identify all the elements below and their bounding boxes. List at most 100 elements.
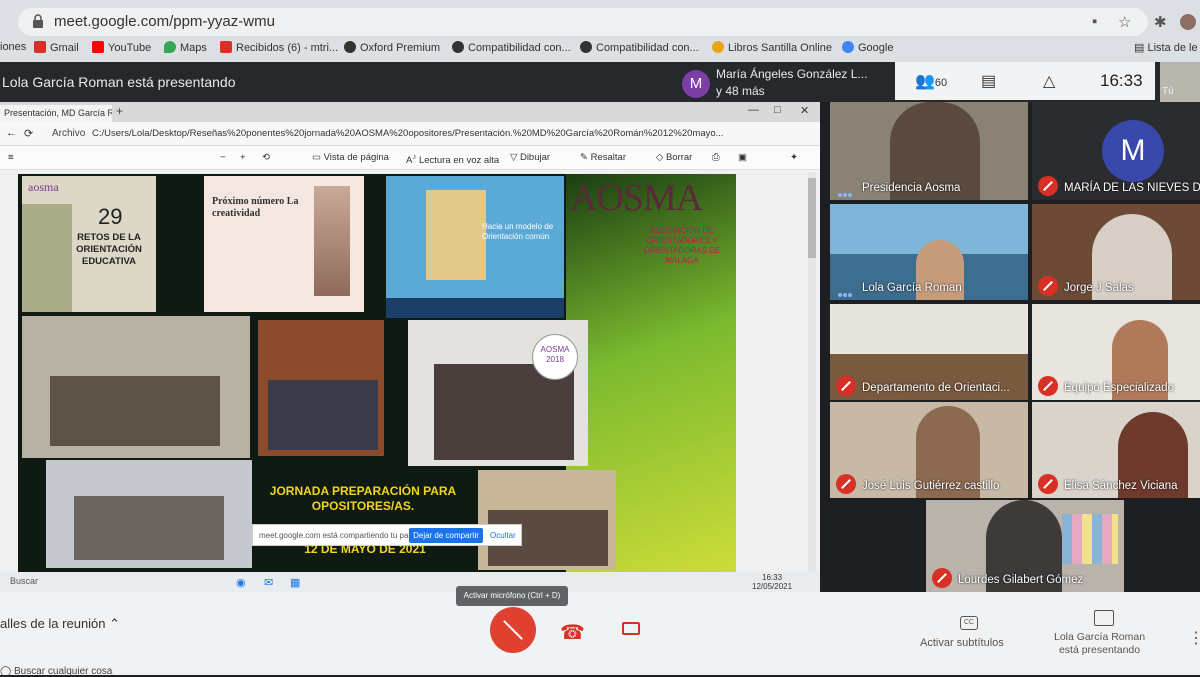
participant-avatar: M bbox=[1102, 120, 1164, 182]
present-screen-icon[interactable] bbox=[1094, 610, 1114, 626]
group-photo-1 bbox=[22, 316, 250, 458]
participant-tile[interactable]: M MARÍA DE LAS NIEVES D bbox=[1032, 102, 1200, 200]
self-label: Tú bbox=[1162, 86, 1174, 97]
lock-icon bbox=[33, 14, 43, 28]
participant-name: Lola García Roman bbox=[862, 282, 962, 294]
bookmark-gmail[interactable]: Gmail bbox=[34, 41, 79, 54]
gmail-icon bbox=[34, 41, 46, 53]
windows-search-label: Buscar cualquier cosa bbox=[13, 666, 113, 677]
address-row: meet.google.com/ppm-yyaz-wmu ▪ ☆ ✱ bbox=[0, 8, 1200, 38]
pdf-toolbar: ≡ − + ⟲ ▭ Vista de página A♪ Lectura en … bbox=[0, 146, 820, 170]
chat-icon[interactable]: ▤ bbox=[981, 71, 996, 91]
star-icon[interactable]: ☆ bbox=[1118, 13, 1131, 31]
participant-tile[interactable]: Presidencia Aosma bbox=[830, 102, 1028, 200]
hide-banner-link[interactable]: Ocultar bbox=[490, 531, 516, 540]
participant-name: Lourdes Gilabert Gómez bbox=[958, 574, 1084, 586]
people-count: 60 bbox=[934, 77, 948, 89]
page-view-label: Vista de página bbox=[323, 152, 389, 163]
refresh-icon: ⟳ bbox=[24, 128, 34, 140]
participant-tile[interactable]: Elisa Sánchez Viciana bbox=[1032, 402, 1200, 498]
erase-button: ◇ Borrar bbox=[656, 152, 693, 163]
address-bar[interactable]: meet.google.com/ppm-yyaz-wmu bbox=[18, 8, 1148, 36]
photo-people bbox=[50, 376, 220, 446]
extensions-icon[interactable]: ✱ bbox=[1154, 13, 1167, 31]
brand-title: AOSMA bbox=[570, 177, 703, 219]
photo-badge: AOSMA 2018 bbox=[532, 334, 578, 380]
bookmark-compat-1[interactable]: Compatibilidad con... bbox=[452, 41, 571, 54]
bookmark-google[interactable]: Google bbox=[842, 41, 893, 54]
mic-tooltip: Activar micrófono (Ctrl + D) bbox=[456, 586, 568, 606]
more-options-icon[interactable]: ⋮ bbox=[1188, 628, 1200, 648]
participant-tile[interactable]: Jorge J Salas bbox=[1032, 204, 1200, 300]
conference-poster: Hacia un modelo de Orientación común bbox=[386, 176, 564, 318]
browser-chrome: meet.google.com/ppm-yyaz-wmu ▪ ☆ ✱ iones… bbox=[0, 0, 1200, 62]
book-title: RETOS DE LA ORIENTACIÓN EDUCATIVA bbox=[76, 232, 142, 267]
edge-icon: ◉ bbox=[236, 577, 246, 589]
reading-list[interactable]: ▤ Lista de le bbox=[1134, 41, 1198, 54]
self-view[interactable]: Tú bbox=[1160, 62, 1200, 102]
participant-tile[interactable]: Equipo Especializado bbox=[1032, 304, 1200, 400]
presenter-name: Lola García Roman bbox=[1054, 631, 1146, 643]
shared-tab: Presentación, MD García Román bbox=[0, 105, 112, 122]
participant-name: Departamento de Orientaci... bbox=[862, 382, 1010, 394]
people-icon[interactable]: 👥60 bbox=[915, 71, 947, 91]
book-number: 29 bbox=[98, 204, 123, 229]
participant-tile[interactable]: Lourdes Gilabert Gómez bbox=[926, 500, 1124, 592]
captions-icon[interactable]: CC bbox=[960, 616, 978, 630]
bookmark-label: Libros Santilla Online bbox=[728, 42, 832, 54]
page-view-button: ▭ Vista de página bbox=[312, 152, 389, 163]
participant-name: MARÍA DE LAS NIEVES D bbox=[1064, 182, 1200, 194]
participant-tile[interactable]: Departamento de Orientaci... bbox=[830, 304, 1028, 400]
globe-icon bbox=[580, 41, 592, 53]
zoom-out-icon: − bbox=[220, 152, 226, 163]
presentation-slide: aosma 29 RETOS DE LA ORIENTACIÓN EDUCATI… bbox=[18, 174, 736, 572]
bookmark-compat-2[interactable]: Compatibilidad con... bbox=[580, 41, 699, 54]
hang-up-button[interactable]: ☎ bbox=[560, 620, 585, 645]
activities-icon[interactable]: △ bbox=[1043, 71, 1055, 91]
bookmark-youtube[interactable]: YouTube bbox=[92, 41, 151, 54]
bookmark-oxford[interactable]: Oxford Premium bbox=[344, 41, 440, 54]
participant-name: Elisa Sánchez Viciana bbox=[1064, 480, 1178, 492]
participant-name: Equipo Especializado bbox=[1064, 382, 1174, 394]
shared-url-label: Archivo bbox=[52, 128, 86, 139]
poster-title: Hacia un modelo de Orientación común bbox=[482, 222, 554, 241]
photo-people bbox=[74, 496, 224, 560]
participant-tile[interactable]: José Luis Gutiérrez castillo bbox=[830, 402, 1028, 498]
next-issue-flyer: Próximo número La creatividad bbox=[204, 176, 364, 312]
participant-name: Presidencia Aosma bbox=[862, 182, 961, 194]
profile-avatar[interactable] bbox=[1180, 14, 1196, 30]
mic-toggle-button[interactable] bbox=[490, 607, 536, 653]
slide-headline: JORNADA PREPARACIÓN PARA OPOSITORES/AS. bbox=[269, 484, 457, 513]
participant-tile[interactable]: Lola García Roman bbox=[830, 204, 1028, 300]
taskbar-clock: 16:33 12/05/2021 bbox=[752, 573, 792, 591]
book-logo: aosma bbox=[28, 180, 59, 194]
mail-icon: ✉ bbox=[264, 577, 274, 589]
meeting-details-button[interactable]: alles de la reunión ⌃ bbox=[0, 616, 120, 632]
globe-icon bbox=[452, 41, 464, 53]
windows-taskbar: Buscar ◉ ✉ ▦ 16:33 12/05/2021 bbox=[0, 572, 820, 594]
screen-share-banner: meet.google.com está compartiendo tu pan… bbox=[252, 524, 522, 546]
presenter-status[interactable]: Lola García Roman está presentando bbox=[1054, 631, 1145, 657]
camera-blocked-icon[interactable]: ▪ bbox=[1092, 13, 1097, 30]
captions-label[interactable]: Activar subtítulos bbox=[920, 637, 1004, 649]
pin-icon: ✦ bbox=[790, 152, 798, 163]
bookmark-maps[interactable]: Maps bbox=[164, 41, 207, 54]
mic-off-icon bbox=[932, 568, 952, 588]
zoom-in-icon: + bbox=[240, 152, 246, 163]
camera-toggle-button[interactable] bbox=[622, 622, 640, 635]
address-url[interactable]: meet.google.com/ppm-yyaz-wmu bbox=[54, 13, 275, 30]
save-icon: ▣ bbox=[738, 152, 747, 163]
mic-off-icon bbox=[1038, 474, 1058, 494]
windows-search[interactable]: ◯ Buscar cualquier cosa bbox=[0, 666, 112, 677]
group-photo-3 bbox=[46, 460, 252, 568]
highlight-label: Resaltar bbox=[590, 152, 626, 163]
bookmark-santillana[interactable]: Libros Santilla Online bbox=[712, 41, 832, 54]
close-icon: ✕ bbox=[800, 105, 810, 117]
shared-screen: Presentación, MD García Román + — □ ✕ ← … bbox=[0, 102, 820, 594]
poster-footer bbox=[386, 298, 564, 318]
draw-button: ▽ Dibujar bbox=[510, 152, 551, 163]
bookmark-inbox[interactable]: Recibidos (6) - mtri... bbox=[220, 41, 338, 54]
bookmark-item[interactable]: iones bbox=[0, 41, 26, 53]
bookmark-label: YouTube bbox=[108, 42, 152, 54]
stop-sharing-button[interactable]: Dejar de compartir bbox=[409, 528, 483, 543]
